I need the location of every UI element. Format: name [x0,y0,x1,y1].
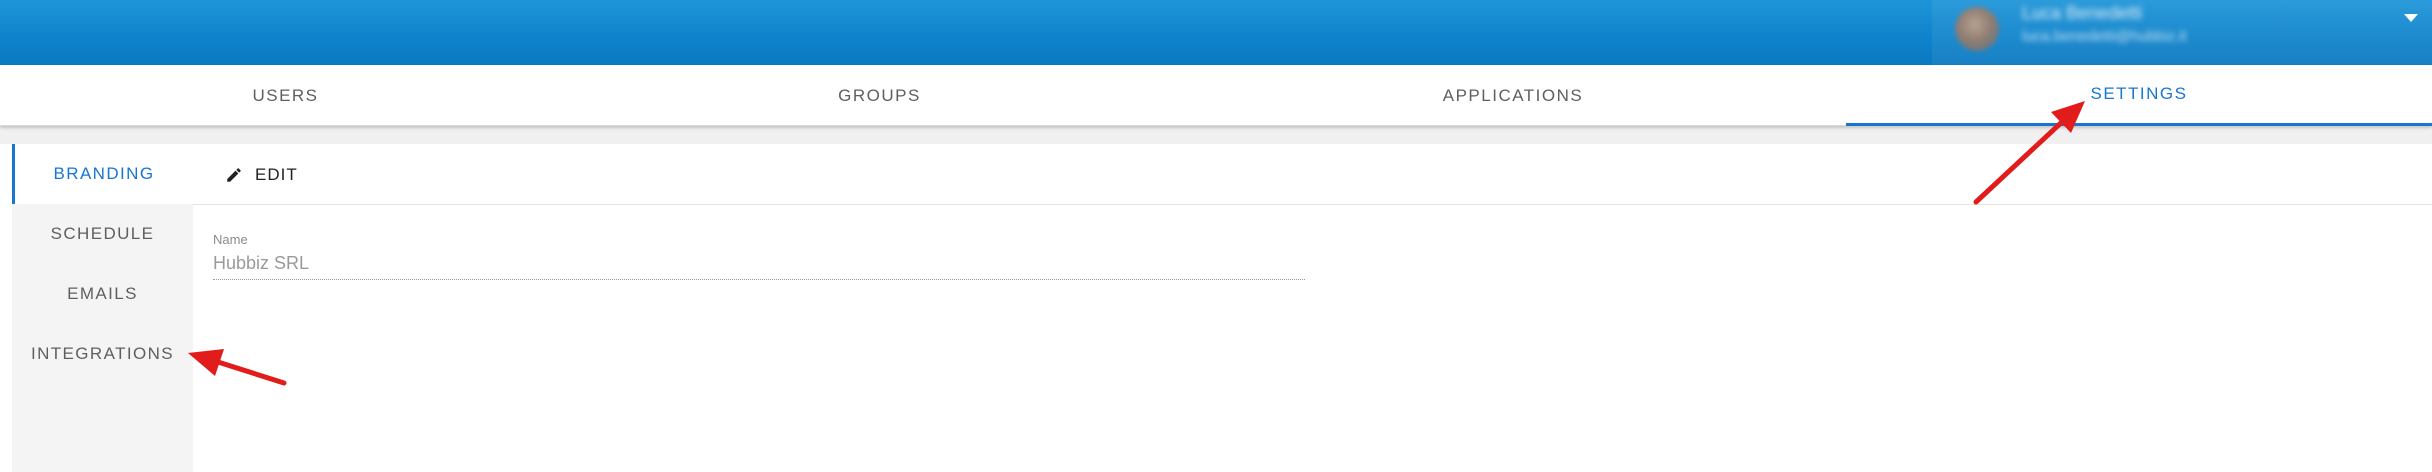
chevron-down-icon[interactable] [2404,14,2418,22]
side-tab-schedule[interactable]: SCHEDULE [12,204,193,264]
side-tab-emails[interactable]: EMAILS [12,264,193,324]
tab-groups[interactable]: GROUPS [571,65,1188,126]
user-email: luca.benedetti@hubbiz.it [2022,28,2187,45]
tab-applications[interactable]: APPLICATIONS [1188,65,1838,126]
name-field-label: Name [213,232,248,247]
edit-button-label: EDIT [255,165,298,184]
side-tab-branding[interactable]: BRANDING [12,144,193,204]
top-app-bar: Luca Benedetti luca.benedetti@hubbiz.it [0,0,2432,65]
edit-button[interactable]: EDIT [213,156,310,194]
user-name: Luca Benedetti [2022,3,2143,23]
tab-settings[interactable]: SETTINGS [1846,65,2432,126]
panel-toolbar: EDIT [193,144,2432,205]
side-tab-integrations[interactable]: INTEGRATIONS [12,324,193,384]
tab-users[interactable]: USERS [0,65,571,126]
user-menu[interactable]: Luca Benedetti luca.benedetti@hubbiz.it [1932,0,2432,65]
settings-side-tabs: BRANDING SCHEDULE EMAILS INTEGRATIONS [12,144,193,472]
tab-content-separator [0,126,2432,144]
name-field: Name [213,232,1305,287]
pencil-icon [227,168,241,182]
name-input[interactable] [213,248,1305,280]
main-tab-bar: USERS GROUPS APPLICATIONS SETTINGS [0,65,2432,126]
user-avatar[interactable] [1955,7,1999,51]
branding-panel: EDIT Name [193,144,2432,472]
